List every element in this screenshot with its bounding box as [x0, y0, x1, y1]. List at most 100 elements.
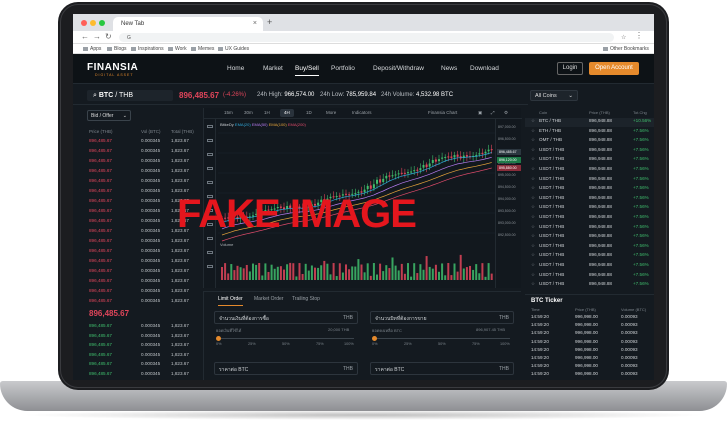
bookmark-work[interactable]: Work — [168, 46, 187, 52]
market-row[interactable]: ☆ USDT / THB 896,948.88 +7.56% — [525, 195, 654, 204]
favorite-star-icon[interactable]: ☆ — [531, 281, 535, 287]
bid-row[interactable]: 896,485.67 0.000345 1,823.67 — [85, 352, 199, 361]
favorite-star-icon[interactable]: ☆ — [531, 166, 535, 172]
bookmark-blogs[interactable]: Blogs — [107, 46, 127, 52]
bid-row[interactable]: 896,485.67 0.000345 1,823.67 — [85, 323, 199, 332]
market-row[interactable]: ☆ USDT / THB 896,948.88 +7.56% — [525, 214, 654, 223]
bookmark-star-icon[interactable]: ☆ — [621, 34, 626, 41]
favorite-star-icon[interactable]: ☆ — [531, 137, 535, 143]
site-logo[interactable]: FINANSIA — [87, 62, 138, 73]
new-tab-button[interactable]: + — [267, 17, 272, 27]
bookmark-other[interactable]: Other Bookmarks — [603, 46, 649, 52]
bid-row[interactable]: 896,485.67 0.000345 1,823.67 — [85, 333, 199, 342]
favorite-star-icon[interactable]: ☆ — [531, 195, 535, 201]
buy-price-field[interactable]: ราคาต่อ BTC THB — [214, 362, 358, 375]
buy-pct-25[interactable]: 25% — [248, 342, 256, 346]
market-row[interactable]: ☆ USDT / THB 896,948.88 +7.56% — [525, 233, 654, 242]
market-row[interactable]: ☆ USDT / THB 896,948.88 +7.56% — [525, 176, 654, 185]
ask-row[interactable]: 896,485.67 0.000345 1,823.67 — [85, 268, 199, 277]
browser-tab[interactable]: New Tab × — [113, 17, 263, 31]
close-window-dot[interactable] — [81, 20, 87, 26]
bookmark-memes[interactable]: Memes — [191, 46, 214, 52]
bid-offer-select[interactable]: Bid / Offer ⌄ — [87, 110, 131, 121]
ask-row[interactable]: 896,485.67 0.000345 1,823.67 — [85, 238, 199, 247]
market-row[interactable]: ☆ USDT / THB 896,948.88 +7.56% — [525, 252, 654, 261]
bid-row[interactable]: 896,485.67 0.000345 1,823.67 — [85, 361, 199, 370]
back-arrow-icon[interactable]: ← — [81, 32, 89, 41]
market-row[interactable]: ☆ USDT / THB 896,948.88 +7.56% — [525, 224, 654, 233]
address-bar[interactable]: G — [119, 33, 614, 42]
ask-row[interactable]: 896,485.67 0.000345 1,823.67 — [85, 158, 199, 167]
favorite-star-icon[interactable]: ☆ — [531, 156, 535, 162]
buy-pct-50[interactable]: 50% — [282, 342, 290, 346]
sell-pct-25[interactable]: 25% — [404, 342, 412, 346]
bid-row[interactable]: 896,485.67 0.000345 1,823.67 — [85, 342, 199, 351]
ask-row[interactable]: 896,485.67 0.000345 1,823.67 — [85, 138, 199, 147]
market-row[interactable]: ☆ USDT / THB 896,948.88 +7.56% — [525, 147, 654, 156]
sell-amount-field[interactable]: จำนวนบิทที่ต้องการขาย THB — [370, 311, 514, 324]
tab-limit-order[interactable]: Limit Order — [218, 296, 243, 306]
sell-pct-50[interactable]: 50% — [438, 342, 446, 346]
favorite-star-icon[interactable]: ☆ — [531, 233, 535, 239]
ask-row[interactable]: 896,485.67 0.000345 1,823.67 — [85, 298, 199, 307]
favorite-star-icon[interactable]: ☆ — [531, 243, 535, 249]
buy-percent-slider[interactable] — [216, 336, 354, 341]
ask-row[interactable]: 896,485.67 0.000345 1,823.67 — [85, 168, 199, 177]
market-row[interactable]: ☆ OMT / THB 896,948.88 +7.56% — [525, 137, 654, 146]
buy-pct-100[interactable]: 100% — [344, 342, 354, 346]
favorite-star-icon[interactable]: ☆ — [531, 262, 535, 268]
favorite-star-icon[interactable]: ☆ — [531, 128, 535, 134]
minimize-window-dot[interactable] — [90, 20, 96, 26]
ask-row[interactable]: 896,485.67 0.000345 1,823.67 — [85, 228, 199, 237]
market-row[interactable]: ☆ USDT / THB 896,948.88 +7.56% — [525, 185, 654, 194]
forward-arrow-icon[interactable]: → — [93, 32, 101, 41]
market-row[interactable]: ☆ USDT / THB 896,948.88 +7.56% — [525, 243, 654, 252]
price-chart[interactable]: 15m 30m 1H 4H 1D More Indicators Finansi… — [203, 108, 522, 288]
nav-market[interactable]: Market — [263, 65, 283, 72]
open-account-button[interactable]: Open Account — [589, 62, 639, 75]
ask-row[interactable]: 896,485.67 0.000345 1,823.67 — [85, 248, 199, 257]
tab-trailing-stop[interactable]: Trailing Stop — [292, 296, 320, 302]
favorite-star-icon[interactable]: ☆ — [531, 176, 535, 182]
maximize-window-dot[interactable] — [99, 20, 105, 26]
buy-pct-0[interactable]: 0% — [216, 342, 222, 346]
ask-row[interactable]: 896,485.67 0.000345 1,823.67 — [85, 208, 199, 217]
tab-close-icon[interactable]: × — [253, 20, 257, 27]
sell-pct-75[interactable]: 75% — [472, 342, 480, 346]
market-row[interactable]: ☆ USDT / THB 896,948.88 +7.56% — [525, 166, 654, 175]
coins-filter-select[interactable]: All Coins ⌄ — [530, 90, 578, 101]
nav-deposit-withdraw[interactable]: Deposit/Withdraw — [373, 65, 424, 72]
nav-download[interactable]: Download — [470, 65, 499, 72]
ask-row[interactable]: 896,485.67 0.000345 1,823.67 — [85, 198, 199, 207]
favorite-star-icon[interactable]: ☆ — [531, 147, 535, 153]
market-row[interactable]: ☆ BTC / THB 896,948.88 +10.56% — [525, 118, 654, 127]
ask-row[interactable]: 896,485.67 0.000345 1,823.67 — [85, 188, 199, 197]
nav-buy-sell[interactable]: Buy/Sell — [295, 65, 319, 76]
bookmark-apps[interactable]: Apps — [83, 46, 101, 52]
ask-row[interactable]: 896,485.67 0.000345 1,823.67 — [85, 218, 199, 227]
ask-row[interactable]: 896,485.67 0.000345 1,823.67 — [85, 288, 199, 297]
sell-pct-100[interactable]: 100% — [500, 342, 510, 346]
market-row[interactable]: ☆ USDT / THB 896,948.88 +7.56% — [525, 272, 654, 281]
sell-pct-0[interactable]: 0% — [372, 342, 378, 346]
favorite-star-icon[interactable]: ☆ — [531, 272, 535, 278]
reload-icon[interactable]: ↻ — [105, 32, 112, 41]
favorite-star-icon[interactable]: ☆ — [531, 204, 535, 210]
more-menu-icon[interactable]: ⋮ — [635, 31, 643, 40]
ask-row[interactable]: 896,485.67 0.000345 1,823.67 — [85, 258, 199, 267]
favorite-star-icon[interactable]: ☆ — [531, 252, 535, 258]
favorite-star-icon[interactable]: ☆ — [531, 224, 535, 230]
pair-selector[interactable]: ⌕ BTC / THB — [87, 90, 173, 101]
sell-percent-slider[interactable] — [372, 336, 510, 341]
bid-row[interactable]: 896,485.67 0.000345 1,823.67 — [85, 371, 199, 380]
favorite-star-icon[interactable]: ☆ — [531, 118, 535, 124]
buy-pct-75[interactable]: 75% — [316, 342, 324, 346]
market-row[interactable]: ☆ ETH / THB 896,948.88 +7.56% — [525, 128, 654, 137]
ask-row[interactable]: 896,485.67 0.000345 1,823.67 — [85, 278, 199, 287]
buy-amount-field[interactable]: จำนวนเงินที่ต้องการซื้อ THB — [214, 311, 358, 324]
market-row[interactable]: ☆ USDT / THB 896,948.88 +7.56% — [525, 281, 654, 290]
nav-news[interactable]: News — [441, 65, 457, 72]
tab-market-order[interactable]: Market Order — [254, 296, 283, 302]
ask-row[interactable]: 896,485.67 0.000345 1,823.67 — [85, 178, 199, 187]
market-row[interactable]: ☆ USDT / THB 896,948.88 +7.56% — [525, 156, 654, 165]
